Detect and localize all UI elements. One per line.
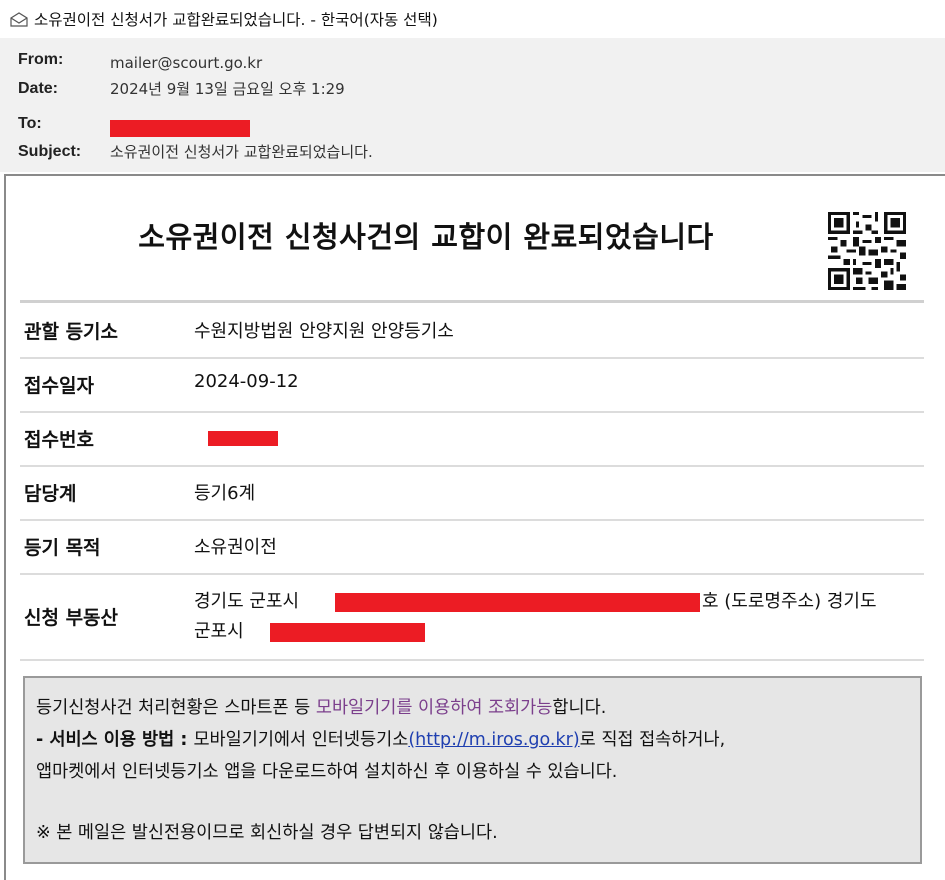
iros-mobile-link[interactable]: (http://m.iros.go.kr) [408,730,579,750]
to-redaction [110,120,250,137]
row-value: 소유권이전 [194,537,277,558]
table-row: 담당계 등기6계 [20,465,924,521]
address-line1-prefix: 경기도 군포시 [194,591,300,612]
address-redaction-1 [335,593,700,612]
row-label: 관할 등기소 [24,321,119,343]
address-line2-prefix: 군포시 [194,621,244,642]
date-row: Date: 2024년 9월 13일 금요일 오후 1:29 [18,78,345,99]
subject-value: 소유권이전 신청서가 교합완료되었습니다. [110,143,373,161]
row-label: 신청 부동산 [24,607,119,629]
table-row: 접수일자 2024-09-12 [20,357,924,413]
body-title: 소유권이전 신청사건의 교합이 완료되었습니다 [138,220,714,254]
notice-line-2: - 서비스 이용 방법 : 모바일기기에서 인터넷등기소(http://m.ir… [36,726,725,751]
from-label: From: [18,51,64,68]
row-label: 접수번호 [24,429,94,451]
notice-box: 등기신청사건 처리현황은 스마트폰 등 모바일기기를 이용하여 조회가능합니다.… [23,676,922,864]
to-label: To: [18,114,42,132]
table-row: 접수번호 [20,411,924,467]
date-value: 2024년 9월 13일 금요일 오후 1:29 [110,80,345,98]
window-titlebar: 소유권이전 신청서가 교합완료되었습니다. - 한국어(자동 선택) [0,0,945,38]
subject-row: Subject: 소유권이전 신청서가 교합완료되었습니다. [18,141,373,162]
table-row: 신청 부동산 경기도 군포시 호 (도로명주소) 경기도 군포시 [20,573,924,661]
row-value: 2024-09-12 [194,371,299,392]
notice-line-1: 등기신청사건 처리현황은 스마트폰 등 모바일기기를 이용하여 조회가능합니다. [36,694,606,719]
service-method-label: - 서비스 이용 방법 : [36,730,194,750]
row-value: 등기6계 [194,483,256,504]
notice-text: 모바일기기에서 인터넷등기소 [193,730,409,750]
qr-code-icon[interactable] [828,212,906,290]
row-label: 담당계 [24,483,77,505]
table-row: 관할 등기소 수원지방법원 안양지원 안양등기소 [20,303,924,359]
from-row: From: mailer@scourt.go.kr [18,48,262,72]
receipt-number-redaction [208,431,278,446]
notice-highlight: 모바일기기를 이용하여 조회가능 [315,698,553,718]
address-line1-suffix: 호 (도로명주소) 경기도 [702,591,877,612]
email-body: 소유권이전 신청사건의 교합이 완료되었습니다 관할 등기소 수원지방법원 안양… [4,174,945,880]
row-label: 접수일자 [24,375,94,397]
notice-line-4: ※ 본 메일은 발신전용이므로 회신하실 경우 답변되지 않습니다. [36,823,498,843]
table-row: 등기 목적 소유권이전 [20,519,924,575]
email-header: From: mailer@scourt.go.kr Date: 2024년 9월… [0,38,945,172]
address-redaction-2 [270,623,425,642]
from-value[interactable]: mailer@scourt.go.kr [110,54,262,72]
notice-text: 로 직접 접속하거나, [579,730,726,750]
row-label: 등기 목적 [24,537,101,559]
notice-text: 등기신청사건 처리현황은 스마트폰 등 [36,698,316,718]
row-value: 수원지방법원 안양지원 안양등기소 [194,321,454,342]
notice-text: 합니다. [552,698,607,718]
to-row: To: [18,110,250,137]
window-title: 소유권이전 신청서가 교합완료되었습니다. - 한국어(자동 선택) [34,11,438,29]
subject-label: Subject: [18,142,82,160]
date-label: Date: [18,79,59,97]
envelope-icon [10,11,28,27]
notice-line-3: 앱마켓에서 인터넷등기소 앱을 다운로드하여 설치하신 후 이용하실 수 있습니… [36,762,618,782]
